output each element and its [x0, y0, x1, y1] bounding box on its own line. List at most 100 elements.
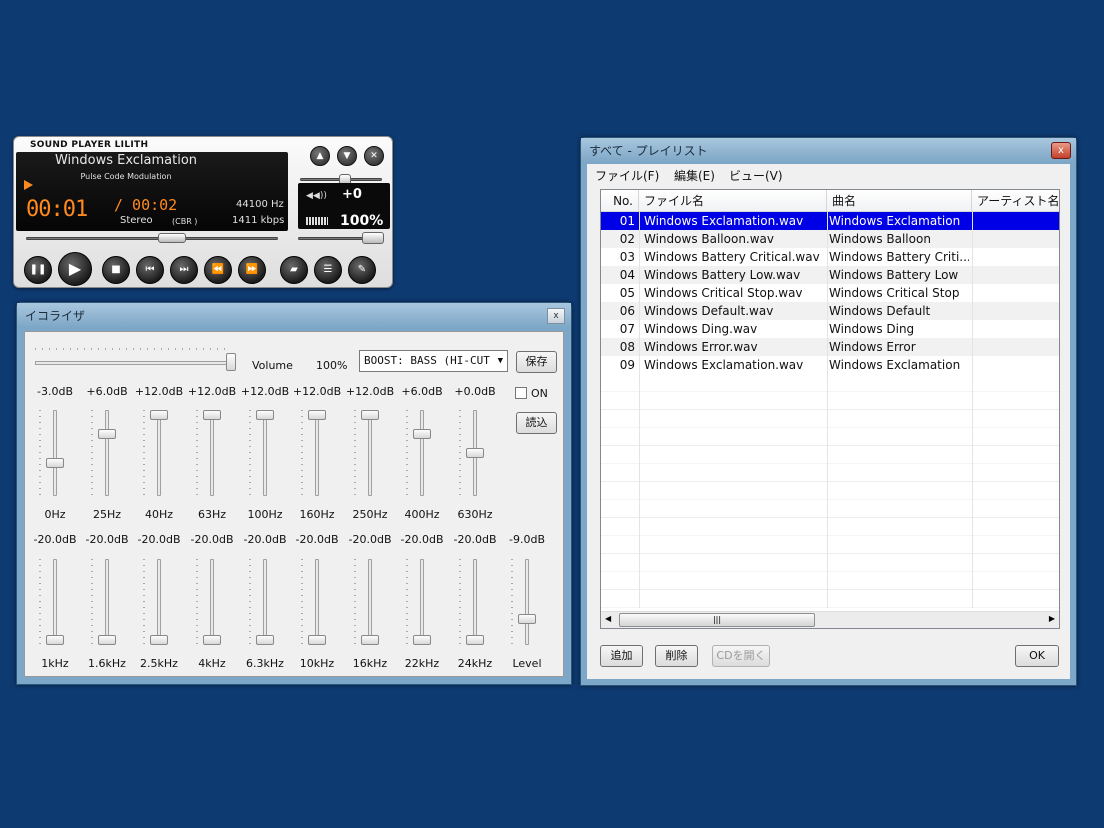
- band-slider-160Hz[interactable]: [315, 410, 319, 496]
- band-slider-250Hz[interactable]: [368, 410, 372, 496]
- band-slider-40Hz[interactable]: [157, 410, 161, 496]
- menu-file[interactable]: ファイル(F): [595, 167, 659, 184]
- level-slider[interactable]: [525, 559, 529, 645]
- band-gain-label: +6.0dB: [86, 385, 128, 398]
- column-title[interactable]: 曲名: [827, 190, 972, 212]
- collapse-up-icon[interactable]: ▲: [310, 146, 330, 166]
- menu-view[interactable]: ビュー(V): [729, 167, 783, 184]
- cell-title: Windows Battery Low: [829, 268, 959, 282]
- band-slider-4kHz[interactable]: [210, 559, 214, 645]
- playlist-icon[interactable]: ☰: [314, 256, 342, 284]
- band-slider-25Hz[interactable]: [105, 410, 109, 496]
- stop-icon[interactable]: ■: [102, 256, 130, 284]
- table-row[interactable]: 02 Windows Balloon.wav Windows Balloon: [601, 230, 1059, 248]
- eq-icon[interactable]: ✎: [348, 256, 376, 284]
- band-slider-400Hz[interactable]: [420, 410, 424, 496]
- play-icon[interactable]: ▶: [58, 252, 92, 286]
- band-slider-2.5kHz[interactable]: [157, 559, 161, 645]
- band-slider-thumb[interactable]: [361, 635, 379, 645]
- equalizer-window: イコライザ x Volume 100% BOOST: BASS (HI-CUT ▼…: [16, 302, 572, 685]
- add-button[interactable]: 追加: [600, 645, 643, 667]
- band-ticks: [91, 410, 93, 496]
- level-slider-thumb[interactable]: [518, 614, 536, 625]
- rewind-icon[interactable]: ⏪: [204, 256, 232, 284]
- band-slider-thumb[interactable]: [203, 635, 221, 645]
- band-slider-thumb[interactable]: [413, 635, 431, 645]
- pause-icon[interactable]: ❚❚: [24, 256, 52, 284]
- eq-on-checkbox[interactable]: [515, 387, 527, 399]
- volume-slider-thumb[interactable]: [362, 232, 384, 244]
- column-artist[interactable]: アーティスト名: [972, 190, 1059, 212]
- column-no[interactable]: No.: [601, 190, 639, 212]
- band-gain-label: -20.0dB: [243, 533, 287, 546]
- table-row[interactable]: 08 Windows Error.wav Windows Error: [601, 338, 1059, 356]
- column-filename[interactable]: ファイル名: [639, 190, 827, 212]
- scroll-left-icon[interactable]: ◀: [605, 614, 611, 623]
- table-row[interactable]: 05 Windows Critical Stop.wav Windows Criti…: [601, 284, 1059, 302]
- band-slider-thumb[interactable]: [413, 429, 431, 439]
- seek-slider[interactable]: [26, 237, 278, 240]
- save-button[interactable]: 保存: [516, 351, 557, 373]
- band-slider-63Hz[interactable]: [210, 410, 214, 496]
- horizontal-scrollbar[interactable]: ◀ ||| ▶: [601, 611, 1059, 628]
- scroll-right-icon[interactable]: ▶: [1049, 614, 1055, 623]
- next-track-icon[interactable]: ⏭: [170, 256, 198, 284]
- prev-track-icon[interactable]: ⏮: [136, 256, 164, 284]
- cell-file: Windows Ding.wav: [644, 322, 758, 336]
- menu-edit[interactable]: 編集(E): [674, 167, 715, 184]
- band-gain-label: +6.0dB: [401, 385, 443, 398]
- ok-button[interactable]: OK: [1015, 645, 1059, 667]
- band-slider-thumb[interactable]: [46, 457, 64, 468]
- band-slider-6.3kHz[interactable]: [263, 559, 267, 645]
- band-slider-thumb[interactable]: [46, 635, 64, 645]
- equalizer-titlebar[interactable]: イコライザ x: [17, 303, 571, 327]
- preset-select[interactable]: BOOST: BASS (HI-CUT ▼: [359, 350, 508, 372]
- band-slider-22kHz[interactable]: [420, 559, 424, 645]
- eq-volume-slider-thumb[interactable]: [226, 353, 236, 371]
- table-row[interactable]: 09 Windows Exclamation.wav Windows Exclama…: [601, 356, 1059, 374]
- table-row[interactable]: 07 Windows Ding.wav Windows Ding: [601, 320, 1059, 338]
- band-gain-label: +12.0dB: [240, 385, 290, 398]
- band-slider-thumb[interactable]: [98, 635, 116, 645]
- band-slider-thumb[interactable]: [361, 410, 379, 420]
- band-slider-thumb[interactable]: [466, 635, 484, 645]
- band-slider-10kHz[interactable]: [315, 559, 319, 645]
- close-icon[interactable]: x: [1051, 142, 1071, 159]
- cell-title: Windows Exclamation: [829, 214, 961, 228]
- close-icon[interactable]: x: [547, 308, 565, 324]
- band-slider-16kHz[interactable]: [368, 559, 372, 645]
- cell-file: Windows Battery Low.wav: [644, 268, 801, 282]
- band-slider-thumb[interactable]: [466, 448, 484, 458]
- scrollbar-thumb[interactable]: |||: [619, 613, 815, 627]
- band-slider-24kHz[interactable]: [473, 559, 477, 645]
- playlist-titlebar[interactable]: すべて - プレイリスト x: [581, 138, 1076, 162]
- open-folder-icon[interactable]: ▰: [280, 256, 308, 284]
- band-gain-label: -20.0dB: [295, 533, 339, 546]
- fast-forward-icon[interactable]: ⏩: [238, 256, 266, 284]
- band-slider-thumb[interactable]: [203, 410, 221, 420]
- load-button[interactable]: 読込: [516, 412, 557, 434]
- table-row[interactable]: 03 Windows Battery Critical.wav Windows Ba…: [601, 248, 1059, 266]
- band-slider-1.6kHz[interactable]: [105, 559, 109, 645]
- open-cd-button[interactable]: CDを開く: [712, 645, 770, 667]
- playlist-table[interactable]: No. ファイル名 曲名 アーティスト名 01 Windows Exclamati…: [600, 189, 1060, 629]
- eq-volume-slider[interactable]: [35, 361, 231, 365]
- table-row[interactable]: 04 Windows Battery Low.wav Windows Battery…: [601, 266, 1059, 284]
- band-slider-thumb[interactable]: [150, 410, 168, 420]
- table-row[interactable]: 06 Windows Default.wav Windows Default: [601, 302, 1059, 320]
- minimize-down-icon[interactable]: ▼: [337, 146, 357, 166]
- table-header: No. ファイル名 曲名 アーティスト名: [601, 190, 1059, 212]
- close-icon[interactable]: ✕: [364, 146, 384, 166]
- band-slider-thumb[interactable]: [308, 635, 326, 645]
- table-row[interactable]: 01 Windows Exclamation.wav Windows Exclama…: [601, 212, 1059, 230]
- band-slider-0Hz[interactable]: [53, 410, 57, 496]
- band-slider-thumb[interactable]: [150, 635, 168, 645]
- band-slider-thumb[interactable]: [308, 410, 326, 420]
- seek-slider-thumb[interactable]: [158, 233, 187, 243]
- band-slider-1kHz[interactable]: [53, 559, 57, 645]
- band-slider-thumb[interactable]: [256, 635, 274, 645]
- band-slider-thumb[interactable]: [98, 429, 116, 439]
- band-slider-thumb[interactable]: [256, 410, 274, 420]
- delete-button[interactable]: 削除: [655, 645, 698, 667]
- band-slider-100Hz[interactable]: [263, 410, 267, 496]
